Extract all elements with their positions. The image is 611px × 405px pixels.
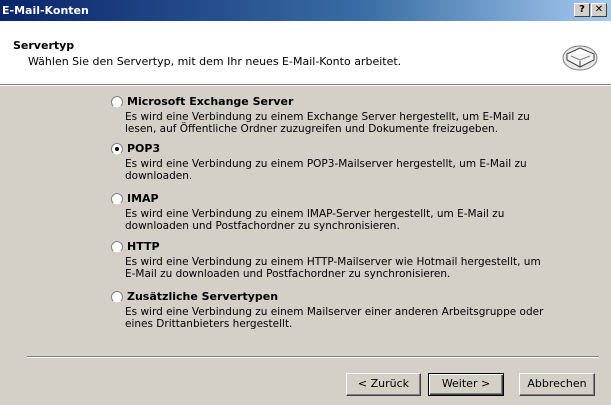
- option-description: Es wird eine Verbindung zu einem Exchang…: [125, 111, 530, 135]
- footer-separator: [27, 356, 599, 358]
- option-label[interactable]: HTTP: [127, 240, 160, 253]
- radio-button[interactable]: [111, 291, 123, 303]
- cancel-button[interactable]: Abbrechen: [519, 373, 595, 396]
- radio-button[interactable]: [111, 241, 123, 253]
- next-button[interactable]: Weiter >: [428, 373, 504, 396]
- wizard-header: Servertyp Wählen Sie den Servertyp, mit …: [0, 21, 611, 84]
- option-label[interactable]: Zusätzliche Servertypen: [127, 290, 278, 303]
- window-title: E-Mail-Konten: [2, 4, 89, 17]
- option-label[interactable]: IMAP: [127, 192, 159, 205]
- option-description: Es wird eine Verbindung zu einem Mailser…: [125, 306, 544, 330]
- page-subtitle: Wählen Sie den Servertyp, mit dem Ihr ne…: [28, 55, 402, 68]
- back-button[interactable]: < Zurück: [346, 373, 421, 396]
- mail-server-icon: [562, 45, 598, 71]
- header-separator: [0, 84, 611, 86]
- option-label[interactable]: POP3: [127, 142, 160, 155]
- option-description: Es wird eine Verbindung zu einem HTTP-Ma…: [125, 256, 541, 280]
- option-description: Es wird eine Verbindung zu einem POP3-Ma…: [125, 158, 527, 182]
- email-accounts-dialog: E-Mail-Konten ? ✕ Servertyp Wählen Sie d…: [0, 0, 611, 405]
- option-description: Es wird eine Verbindung zu einem IMAP-Se…: [125, 208, 505, 232]
- title-bar[interactable]: E-Mail-Konten ? ✕: [0, 0, 611, 21]
- radio-button[interactable]: [111, 96, 123, 108]
- close-button[interactable]: ✕: [591, 3, 607, 17]
- help-button[interactable]: ?: [574, 3, 590, 17]
- radio-button[interactable]: [111, 193, 123, 205]
- radio-button[interactable]: [111, 143, 123, 155]
- option-label[interactable]: Microsoft Exchange Server: [127, 95, 293, 108]
- page-title: Servertyp: [13, 39, 75, 52]
